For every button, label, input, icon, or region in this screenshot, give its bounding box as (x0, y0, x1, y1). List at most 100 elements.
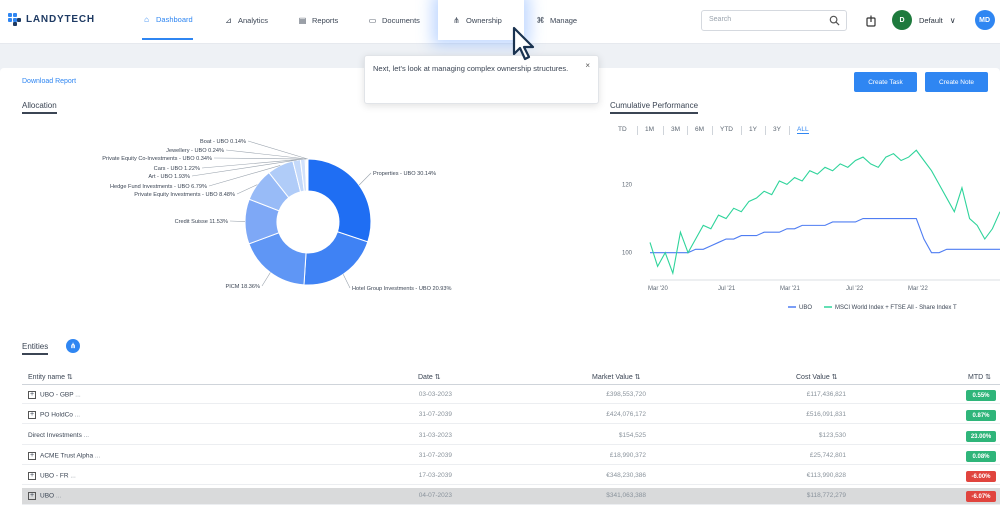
entity-name-cell[interactable]: + UBO - GBP ... (28, 391, 81, 399)
nav-documents[interactable]: ▭ Documents (368, 0, 420, 40)
search-placeholder: Search (709, 16, 732, 23)
more-options-icon[interactable]: ... (84, 432, 89, 439)
report-icon: ▤ (298, 15, 307, 25)
legend-label: UBO (799, 305, 812, 311)
user-menu[interactable]: D Default ∨ MD (892, 10, 995, 30)
table-row[interactable]: + UBO - FR ... 17-03-2039 €348,230,386 €113,… (22, 468, 1000, 485)
mouse-cursor-icon (512, 26, 535, 61)
more-options-icon[interactable]: ... (95, 453, 100, 460)
range-tab-ytd[interactable]: YTD (720, 126, 733, 133)
series-line (650, 217, 1000, 254)
x-tick-label: Mar '22 (908, 286, 928, 292)
range-tab-6m[interactable]: 6M (695, 126, 704, 133)
range-tab-1m[interactable]: 1M (645, 126, 654, 133)
table-row[interactable]: + PO HoldCo ... 31-07-2039 £424,076,172 £516… (22, 407, 1000, 424)
range-tab-3m[interactable]: 3M (671, 126, 680, 133)
nav-dashboard-label: Dashboard (156, 14, 193, 24)
x-tick-label: Jul '21 (718, 286, 736, 292)
range-tab-1y[interactable]: 1Y (749, 126, 757, 133)
column-header-mtd[interactable]: MTD ⇅ (968, 373, 991, 381)
donut-slice-label: PICM 18.36% (225, 284, 260, 290)
allocation-donut-chart: Properties - UBO 30.14% Hotel Group Inves… (102, 139, 451, 292)
download-report-link[interactable]: Download Report (22, 78, 76, 85)
donut-slice-label: Cars - UBO 1.22% (154, 166, 200, 172)
nav-dashboard[interactable]: ⌂ Dashboard (142, 0, 193, 40)
manage-icon: ⌘ (536, 15, 545, 25)
nav-manage[interactable]: ⌘ Manage (536, 0, 578, 40)
mtd-badge: -6.07% (966, 491, 996, 502)
range-tab-separator (687, 126, 688, 135)
market-value-cell: $341,063,388 (606, 492, 646, 499)
expand-icon[interactable]: + (28, 411, 36, 419)
search-icon[interactable] (829, 15, 840, 26)
column-header-cost-value[interactable]: Cost Value ⇅ (796, 373, 838, 381)
donut-slice-label: Private Equity Investments - UBO 8.48% (134, 192, 235, 198)
create-task-button[interactable]: Create Task (854, 72, 917, 92)
more-options-icon[interactable]: ... (56, 493, 61, 500)
avatar[interactable]: MD (974, 10, 995, 30)
performance-line-chart: 100 120 Mar '20 Jul '21 Mar '21 Jul '22 Mar '2… (622, 149, 1000, 311)
donut-slice-label: Jewellery - UBO 0.24% (166, 148, 224, 154)
x-tick-label: Mar '21 (780, 286, 800, 292)
cost-value-cell: £25,742,801 (809, 452, 846, 459)
donut-slice-label: Art - UBO 1.93% (148, 174, 190, 180)
entity-name-cell[interactable]: + PO HoldCo ... (28, 411, 80, 419)
donut-slice-label: Properties - UBO 30.14% (373, 171, 436, 177)
nav-reports[interactable]: ▤ Reports (298, 0, 339, 40)
chart-icon: ⊿ (225, 15, 232, 25)
donut-leader-line (225, 149, 308, 160)
ownership-tree-icon[interactable]: ⋔ (66, 339, 80, 353)
create-note-button[interactable]: Create Note (925, 72, 988, 92)
date-cell: 04-07-2023 (418, 492, 452, 499)
entity-name-cell[interactable]: + UBO - FR ... (28, 472, 76, 480)
y-tick-label: 120 (622, 182, 633, 188)
column-header-date[interactable]: Date ⇅ (418, 373, 441, 381)
brand-logo[interactable]: LANDYTECH (8, 13, 95, 26)
nav-ownership[interactable]: ⋔ Ownership (452, 0, 502, 40)
column-header-market-value[interactable]: Market Value ⇅ (592, 373, 641, 381)
performance-title: Cumulative Performance (610, 101, 699, 114)
nav-reports-label: Reports (312, 15, 339, 25)
donut-slice-label: Private Equity Co-Investments - UBO 0.34… (102, 156, 212, 162)
folder-icon: ▭ (368, 15, 377, 25)
cost-value-cell: £516,091,831 (806, 411, 846, 418)
profile-label: Default (919, 15, 943, 25)
hierarchy-icon: ⋔ (453, 15, 460, 25)
share-icon[interactable] (866, 14, 876, 32)
donut-leader-line (247, 140, 308, 160)
range-tab-separator (765, 126, 766, 135)
table-row[interactable]: Direct Investments ... 31-03-2023 $154,525… (22, 428, 1000, 445)
search-input[interactable]: Search (701, 10, 847, 31)
table-row[interactable]: + UBO - GBP ... 03-03-2023 £398,553,720 £117… (22, 387, 1000, 404)
expand-icon[interactable]: + (28, 492, 36, 500)
nav-analytics[interactable]: ⊿ Analytics (224, 0, 268, 40)
mtd-badge: 23.00% (966, 431, 996, 442)
expand-icon[interactable]: + (28, 472, 36, 480)
date-cell: 31-03-2023 (418, 432, 452, 439)
expand-icon[interactable]: + (28, 391, 36, 399)
more-options-icon[interactable]: ... (75, 412, 80, 419)
range-tab-separator (663, 126, 664, 135)
tooltip-text: Next, let's look at managing complex own… (373, 64, 569, 73)
donut-leader-line (213, 157, 306, 160)
range-tab-td[interactable]: TD (618, 126, 627, 133)
more-options-icon[interactable]: ... (70, 473, 75, 480)
entity-name-cell[interactable]: Direct Investments ... (28, 432, 89, 439)
column-header-name[interactable]: Entity name ⇅ (28, 373, 73, 381)
close-icon[interactable]: × (585, 60, 590, 71)
expand-icon[interactable]: + (28, 452, 36, 460)
range-tab-3y[interactable]: 3Y (773, 126, 781, 133)
range-tab-all[interactable]: ALL (797, 126, 809, 134)
cost-value-cell: £117,436,821 (806, 391, 846, 398)
entity-name-cell[interactable]: + UBO ... (28, 492, 61, 500)
mtd-badge: 0.55% (966, 390, 996, 401)
more-options-icon[interactable]: ... (75, 392, 80, 399)
range-tab-separator (741, 126, 742, 135)
mtd-badge: -6.00% (966, 471, 996, 482)
entity-name-cell[interactable]: + ACME Trust Alpha ... (28, 452, 100, 460)
table-row[interactable]: + UBO ... 04-07-2023 $341,063,388 $118,772,2… (22, 488, 1000, 505)
table-row[interactable]: + ACME Trust Alpha ... 31-07-2039 £18,990,3… (22, 448, 1000, 465)
donut-leader-line (261, 272, 271, 287)
date-cell: 31-07-2039 (418, 452, 452, 459)
x-tick-label: Mar '20 (648, 286, 668, 292)
